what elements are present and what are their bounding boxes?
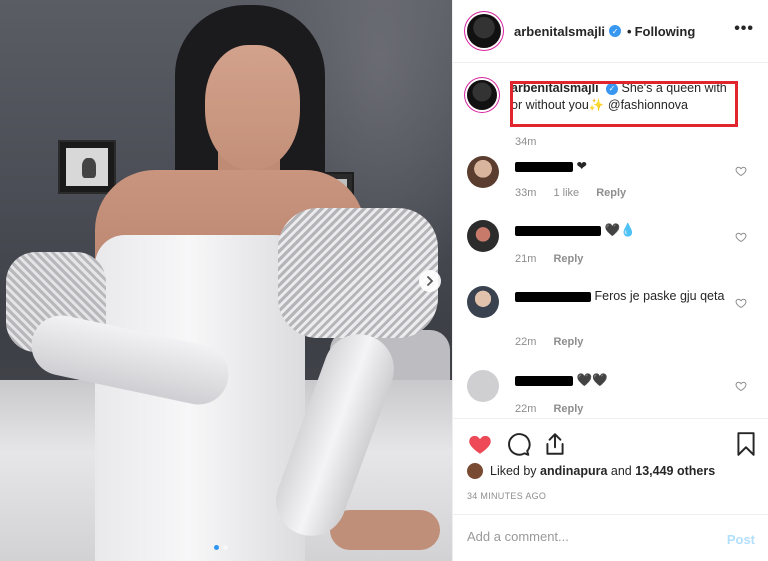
comment-body: ❤ [515, 158, 725, 175]
liker-avatar[interactable] [467, 463, 483, 479]
comment-body: 🖤💧 [515, 222, 725, 239]
carousel-dot [223, 545, 228, 550]
post-photo[interactable] [0, 0, 452, 561]
comment-text: ❤ [576, 159, 587, 173]
liker-username[interactable]: andinapura [540, 464, 607, 478]
caption-author-avatar[interactable] [467, 80, 497, 110]
comment-like-heart-icon[interactable] [735, 165, 747, 177]
comment-like-heart-icon[interactable] [735, 297, 747, 309]
bookmark-icon[interactable] [733, 431, 759, 457]
add-comment-bar: Post [453, 514, 768, 561]
reply-button[interactable]: Reply [553, 253, 583, 265]
share-icon[interactable] [542, 431, 568, 457]
comment-time: 22m [515, 403, 537, 415]
model-legs [330, 510, 440, 550]
comment-like-heart-icon[interactable] [735, 231, 747, 243]
redacted-username [515, 291, 591, 302]
comment-body: Feros je paske gju qeta [515, 288, 725, 305]
action-bar [453, 418, 768, 468]
post-header: arbenitalsmajli ✓ • Following ••• [453, 0, 768, 63]
chevron-right-icon [427, 276, 434, 286]
comment-time: 21m [515, 253, 537, 265]
comment-likes[interactable]: 1 like [553, 187, 579, 199]
comment-meta: 22m Reply [515, 403, 597, 415]
reply-button[interactable]: Reply [553, 403, 583, 415]
likes-conjunction: and [610, 464, 632, 478]
caption-highlight-box [510, 81, 738, 127]
heart-icon[interactable] [467, 431, 493, 457]
comment-meta: 21m Reply [515, 253, 597, 265]
carousel-next-button[interactable] [419, 270, 441, 292]
author-username[interactable]: arbenitalsmajli [514, 24, 605, 39]
redacted-username [515, 161, 573, 172]
commenter-avatar[interactable] [467, 156, 499, 188]
comment-time: 33m [515, 187, 537, 199]
comment-like-heart-icon[interactable] [735, 380, 747, 392]
comment-time: 22m [515, 336, 537, 348]
carousel-indicator [214, 545, 228, 550]
post-comment-button[interactable]: Post [727, 532, 755, 547]
comment-text: 🖤🖤 [576, 373, 608, 387]
caption-time: 34m [515, 136, 537, 148]
verified-badge-icon: ✓ [609, 25, 622, 37]
comment-body: 🖤🖤 [515, 372, 725, 389]
commenter-avatar[interactable] [467, 220, 499, 252]
comment-text: Feros je paske gju qeta [594, 289, 725, 303]
likes-count[interactable]: 13,449 others [635, 464, 715, 478]
add-comment-input[interactable] [467, 529, 707, 544]
model-face [205, 45, 300, 170]
reply-button[interactable]: Reply [596, 187, 626, 199]
redacted-username [515, 375, 573, 386]
comment-icon[interactable] [505, 431, 531, 457]
redacted-username [515, 225, 601, 236]
commenter-avatar[interactable] [467, 286, 499, 318]
more-options-button[interactable]: ••• [734, 20, 754, 38]
author-avatar[interactable] [467, 14, 501, 48]
comment-meta: 33m 1 like Reply [515, 187, 640, 199]
sequin-sleeve-right [278, 208, 438, 338]
comment-meta: 22m Reply [515, 336, 597, 348]
wall-frame-deer [58, 140, 116, 194]
carousel-dot-active [214, 545, 219, 550]
comment-text: 🖤💧 [604, 223, 636, 237]
post-timestamp[interactable]: 34 MINUTES AGO [467, 491, 546, 501]
reply-button[interactable]: Reply [553, 336, 583, 348]
likes-prefix: Liked by [490, 464, 537, 478]
commenter-avatar[interactable] [467, 370, 499, 402]
likes-summary: Liked by andinapura and 13,449 others [467, 463, 715, 479]
following-button[interactable]: Following [635, 24, 696, 39]
separator-dot: • [627, 23, 632, 39]
